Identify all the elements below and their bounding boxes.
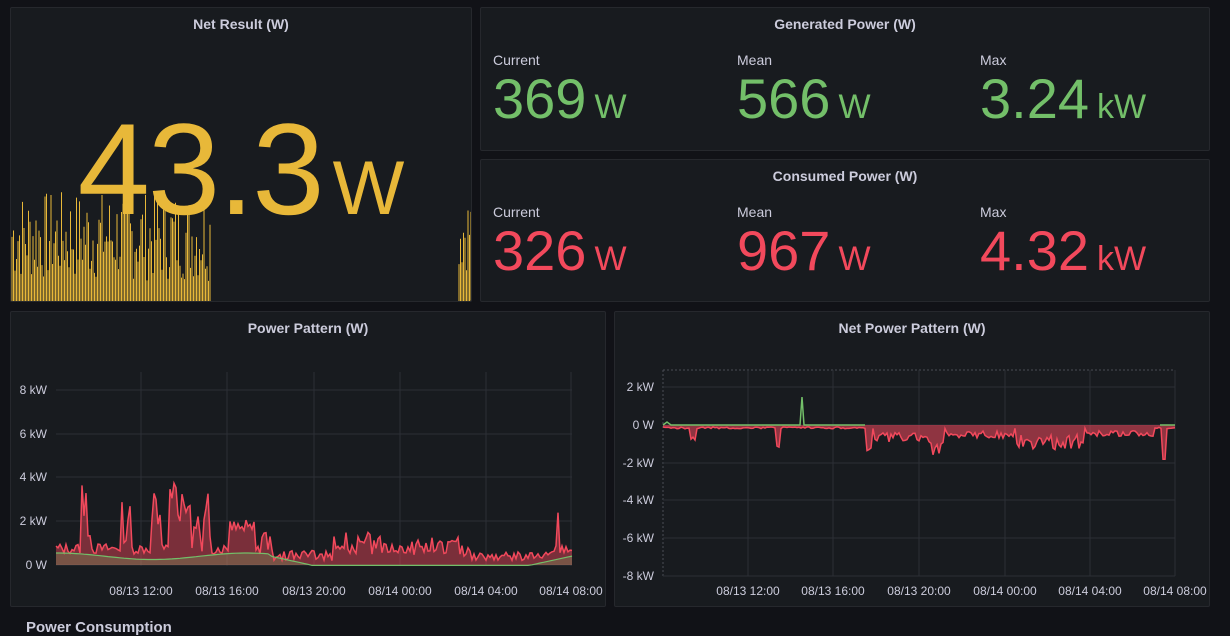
net-power-pattern-chart[interactable]: 2 kW 0 W -2 kW -4 kW -6 kW -8 kW 08/13 1… <box>615 312 1209 606</box>
x-tick-label: 08/14 08:00 <box>1143 584 1207 598</box>
x-tick-label: 08/13 16:00 <box>195 584 259 598</box>
net-result-unit: W <box>332 146 405 231</box>
net-result-number: 43.3 <box>77 96 325 242</box>
stat-value: 369 W <box>493 70 627 136</box>
stat-label: Mean <box>737 52 773 68</box>
y-tick-label: -2 kW <box>623 456 655 470</box>
row-title-power-consumption[interactable]: Power Consumption <box>26 619 172 636</box>
power-pattern-panel: Power Pattern (W) 8 kW 6 kW 4 kW 2 kW 0 … <box>10 311 606 607</box>
stat-number: 369 <box>493 67 587 130</box>
x-tick-label: 08/13 20:00 <box>887 584 951 598</box>
x-tick-label: 08/13 12:00 <box>109 584 173 598</box>
y-axis: 2 kW 0 W -2 kW -4 kW -6 kW -8 kW <box>623 380 655 583</box>
x-tick-label: 08/13 12:00 <box>716 584 780 598</box>
stat-number: 566 <box>737 67 831 130</box>
stat-number: 4.32 <box>980 219 1089 282</box>
stat-label: Max <box>980 52 1007 68</box>
y-tick-label: -6 kW <box>623 531 655 545</box>
y-tick-label: 4 kW <box>20 470 48 484</box>
x-tick-label: 08/14 00:00 <box>368 584 432 598</box>
x-tick-label: 08/13 20:00 <box>282 584 346 598</box>
stat-value: 967 W <box>737 222 871 288</box>
panel-title[interactable]: Net Result (W) <box>11 16 471 32</box>
x-tick-label: 08/14 04:00 <box>454 584 518 598</box>
consumed-mean: Mean 967 W <box>737 204 871 288</box>
y-tick-label: 0 W <box>633 418 655 432</box>
generated-max: Max 3.24 kW <box>980 52 1146 136</box>
y-tick-label: -8 kW <box>623 569 655 583</box>
x-tick-label: 08/13 16:00 <box>801 584 865 598</box>
x-axis: 08/13 12:00 08/13 16:00 08/13 20:00 08/1… <box>109 584 603 598</box>
generated-power-panel: Generated Power (W) Current 369 W Mean 56… <box>480 7 1210 151</box>
net-power-pattern-panel: Net Power Pattern (W) 2 kW 0 W -2 kW -4 … <box>614 311 1210 607</box>
stat-label: Max <box>980 204 1007 220</box>
stat-unit: W <box>594 88 627 126</box>
consumed-power-panel: Consumed Power (W) Current 326 W Mean 967… <box>480 159 1210 302</box>
generated-mean: Mean 566 W <box>737 52 871 136</box>
panel-title[interactable]: Generated Power (W) <box>481 16 1209 32</box>
stat-number: 967 <box>737 219 831 282</box>
panel-title[interactable]: Consumed Power (W) <box>481 168 1209 184</box>
stat-value: 4.32 kW <box>980 222 1146 288</box>
stat-label: Mean <box>737 204 773 220</box>
y-tick-label: 2 kW <box>627 380 655 394</box>
consumed-max: Max 4.32 kW <box>980 204 1146 288</box>
chart-grid <box>662 369 1176 577</box>
y-tick-label: 2 kW <box>20 514 48 528</box>
stat-unit: W <box>838 240 871 278</box>
x-tick-label: 08/14 00:00 <box>973 584 1037 598</box>
chart-grid <box>56 372 572 566</box>
x-tick-label: 08/14 04:00 <box>1058 584 1122 598</box>
x-tick-label: 08/14 08:00 <box>539 584 603 598</box>
generated-current: Current 369 W <box>493 52 627 136</box>
y-axis: 8 kW 6 kW 4 kW 2 kW 0 W <box>20 383 48 572</box>
y-tick-label: -4 kW <box>623 493 655 507</box>
stat-number: 3.24 <box>980 67 1089 130</box>
stat-number: 326 <box>493 219 587 282</box>
net-result-panel: Net Result (W) 43.3 W <box>10 7 472 302</box>
x-axis: 08/13 12:00 08/13 16:00 08/13 20:00 08/1… <box>716 584 1207 598</box>
stat-value: 3.24 kW <box>980 70 1146 136</box>
stat-unit: W <box>594 240 627 278</box>
y-tick-label: 0 W <box>26 558 48 572</box>
y-tick-label: 6 kW <box>20 427 48 441</box>
stat-unit: kW <box>1097 240 1147 278</box>
y-tick-label: 8 kW <box>20 383 48 397</box>
power-pattern-chart[interactable]: 8 kW 6 kW 4 kW 2 kW 0 W 08/13 12:00 08/1… <box>11 312 605 606</box>
consumed-current: Current 326 W <box>493 204 627 288</box>
stat-unit: kW <box>1097 88 1147 126</box>
stat-value: 566 W <box>737 70 871 136</box>
stat-unit: W <box>838 88 871 126</box>
net-result-value: 43.3 W <box>11 104 471 254</box>
stat-label: Current <box>493 204 540 220</box>
stat-label: Current <box>493 52 540 68</box>
stat-value: 326 W <box>493 222 627 288</box>
